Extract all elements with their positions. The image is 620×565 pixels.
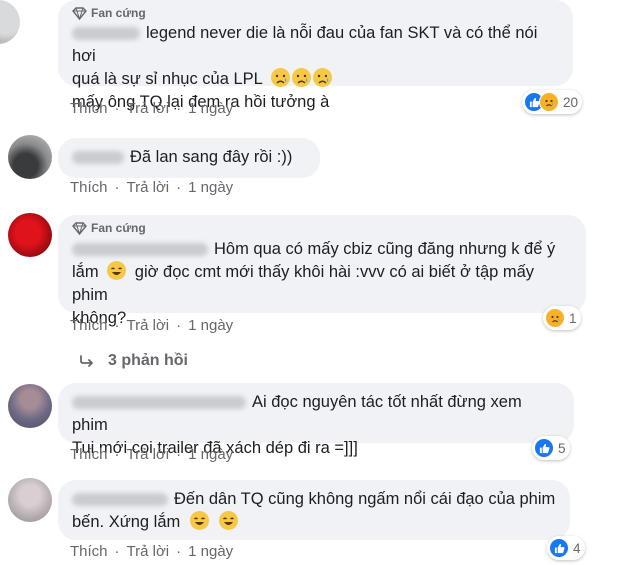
avatar[interactable] (0, 0, 20, 44)
author-name[interactable] (72, 243, 208, 257)
reply-button[interactable]: Trả lời (127, 446, 170, 463)
comment-actions: Thích · Trả lời · 1 ngày (70, 179, 233, 196)
reply-button[interactable]: Trả lời (127, 317, 170, 334)
author-name[interactable] (72, 27, 140, 41)
separator-dot: · (114, 100, 120, 117)
view-replies-link[interactable]: 3 phản hồi (80, 352, 188, 370)
reply-button[interactable]: Trả lời (127, 100, 170, 117)
comment-actions: Thích · Trả lời · 1 ngày (70, 317, 233, 334)
comment-text-line-3: giờ đọc cmt mới thấy khôi hài :vvv có ai… (72, 263, 535, 304)
crying-face-icon (312, 68, 332, 87)
author-name[interactable] (72, 493, 168, 507)
like-button[interactable]: Thích (70, 100, 108, 117)
reply-button[interactable]: Trả lời (127, 179, 170, 196)
separator-dot: · (176, 543, 182, 560)
avatar[interactable] (8, 384, 52, 428)
like-button[interactable]: Thích (70, 543, 108, 560)
author-name[interactable] (72, 151, 124, 165)
diamond-icon (72, 221, 87, 235)
comment-text-line-1: Đến dân TQ cũng không ngấm nổi cái đạo c… (174, 490, 556, 508)
comment-actions: Thích · Trả lời · 1 ngày (70, 446, 233, 463)
laughing-face-icon (219, 511, 239, 530)
reaction-summary[interactable]: 1 (543, 306, 581, 330)
timestamp[interactable]: 1 ngày (188, 446, 233, 463)
comment-text-line-2: quá là sự sỉ nhục của LPL (72, 70, 263, 88)
avatar[interactable] (8, 135, 52, 179)
reaction-summary[interactable]: 4 (547, 536, 585, 560)
comment-bubble: Đã lan sang đây rồi :)) (58, 138, 320, 178)
fan-badge-label: Fan cứng (91, 221, 146, 235)
reaction-summary[interactable]: 20 (522, 90, 583, 114)
separator-dot: · (176, 100, 182, 117)
like-button[interactable]: Thích (70, 179, 108, 196)
separator-dot: · (114, 446, 120, 463)
diamond-icon (72, 6, 87, 20)
comment-bubble: Ai đọc nguyên tác tốt nhất đừng xem phim… (58, 383, 574, 457)
timestamp[interactable]: 1 ngày (188, 543, 233, 560)
reaction-count: 5 (558, 440, 566, 456)
timestamp[interactable]: 1 ngày (188, 179, 233, 196)
view-replies-label: 3 phản hồi (108, 352, 188, 369)
comment-text-line-2: lắm (72, 263, 99, 281)
sad-reaction-icon (545, 308, 565, 328)
comment-text-line-2: bến. Xứng lắm (72, 513, 181, 531)
comment-text-line-1: Hôm qua có mấy cbiz cũng đăng nhưng k để… (214, 240, 556, 258)
comment-text-line-1: legend never die là nỗi đau của fan SKT … (72, 24, 538, 65)
avatar[interactable] (8, 213, 52, 257)
comment-bubble: Đến dân TQ cũng không ngấm nổi cái đạo c… (58, 480, 570, 540)
separator-dot: · (114, 179, 120, 196)
like-reaction-icon (534, 438, 554, 458)
sad-reaction-icon (539, 92, 559, 112)
like-reaction-icon (549, 538, 569, 558)
timestamp[interactable]: 1 ngày (188, 317, 233, 334)
crying-face-icon (270, 68, 290, 87)
crying-face-icon (291, 68, 311, 87)
separator-dot: · (176, 317, 182, 334)
comment-bubble: Fan cứng Hôm qua có mấy cbiz cũng đăng n… (58, 215, 586, 327)
reaction-count: 4 (573, 540, 581, 556)
separator-dot: · (114, 317, 120, 334)
comment-text-line-1: Đã lan sang đây rồi :)) (130, 148, 293, 166)
laughing-face-icon (107, 261, 127, 280)
comment-bubble: Fan cứng legend never die là nỗi đau của… (58, 0, 573, 111)
reaction-count: 1 (569, 310, 577, 326)
separator-dot: · (176, 446, 182, 463)
reply-arrow-icon (80, 355, 93, 367)
reply-button[interactable]: Trả lời (127, 543, 170, 560)
comment-actions: Thích · Trả lời · 1 ngày (70, 543, 233, 560)
laughing-face-icon (189, 511, 209, 530)
separator-dot: · (176, 179, 182, 196)
reaction-count: 20 (563, 94, 579, 110)
reaction-summary[interactable]: 5 (532, 436, 570, 460)
avatar[interactable] (8, 478, 52, 522)
timestamp[interactable]: 1 ngày (188, 100, 233, 117)
like-button[interactable]: Thích (70, 446, 108, 463)
fan-badge: Fan cứng (72, 5, 559, 21)
separator-dot: · (114, 543, 120, 560)
like-button[interactable]: Thích (70, 317, 108, 334)
author-name[interactable] (72, 396, 246, 410)
fan-badge-label: Fan cứng (91, 6, 146, 20)
fan-badge: Fan cứng (72, 220, 572, 236)
comment-actions: Thích · Trả lời · 1 ngày (70, 100, 233, 117)
